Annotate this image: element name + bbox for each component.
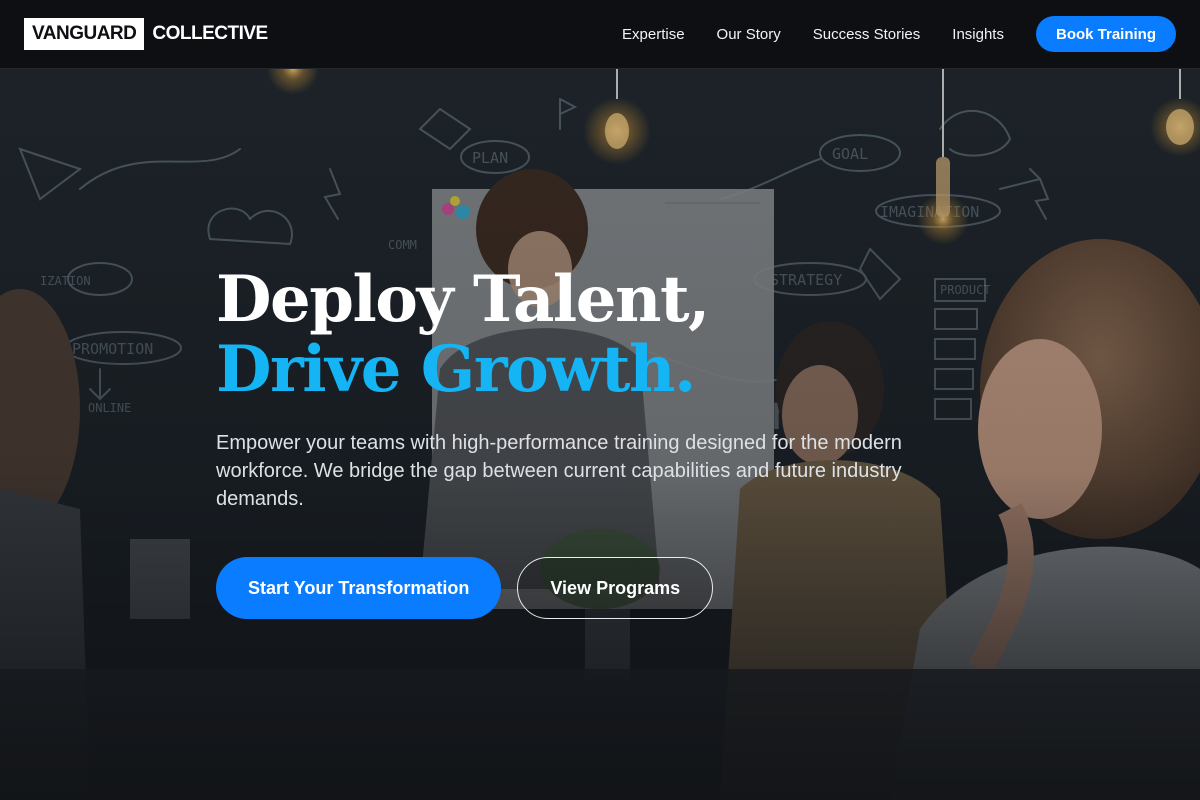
nav-link-success-stories[interactable]: Success Stories (813, 26, 921, 43)
nav-link-insights[interactable]: Insights (952, 26, 1004, 43)
hero-subtitle: Empower your teams with high-performance… (216, 432, 902, 510)
hero-content: Deploy Talent, Drive Growth. Empower you… (216, 265, 976, 619)
hero-title: Deploy Talent, Drive Growth. (216, 265, 976, 405)
hero-section: PLAN GOAL IMAGINATION STRATEGY PROMOTION… (0, 69, 1200, 800)
nav-link-our-story[interactable]: Our Story (717, 26, 781, 43)
book-training-button[interactable]: Book Training (1035, 16, 1176, 52)
main-nav: Expertise Our Story Success Stories Insi… (622, 16, 1176, 52)
site-header: VANGUARD COLLECTIVE Expertise Our Story … (0, 0, 1200, 69)
start-transformation-button[interactable]: Start Your Transformation (216, 557, 502, 619)
logo-box: VANGUARD (24, 18, 145, 50)
logo-text: COLLECTIVE (152, 23, 268, 44)
hero-title-line2: Drive Growth. (216, 332, 696, 407)
nav-link-expertise[interactable]: Expertise (622, 26, 685, 43)
brand-logo[interactable]: VANGUARD COLLECTIVE (24, 18, 268, 50)
hero-title-line1: Deploy Talent, (216, 262, 710, 337)
view-programs-button[interactable]: View Programs (517, 557, 714, 619)
hero-actions: Start Your Transformation View Programs (216, 557, 976, 619)
